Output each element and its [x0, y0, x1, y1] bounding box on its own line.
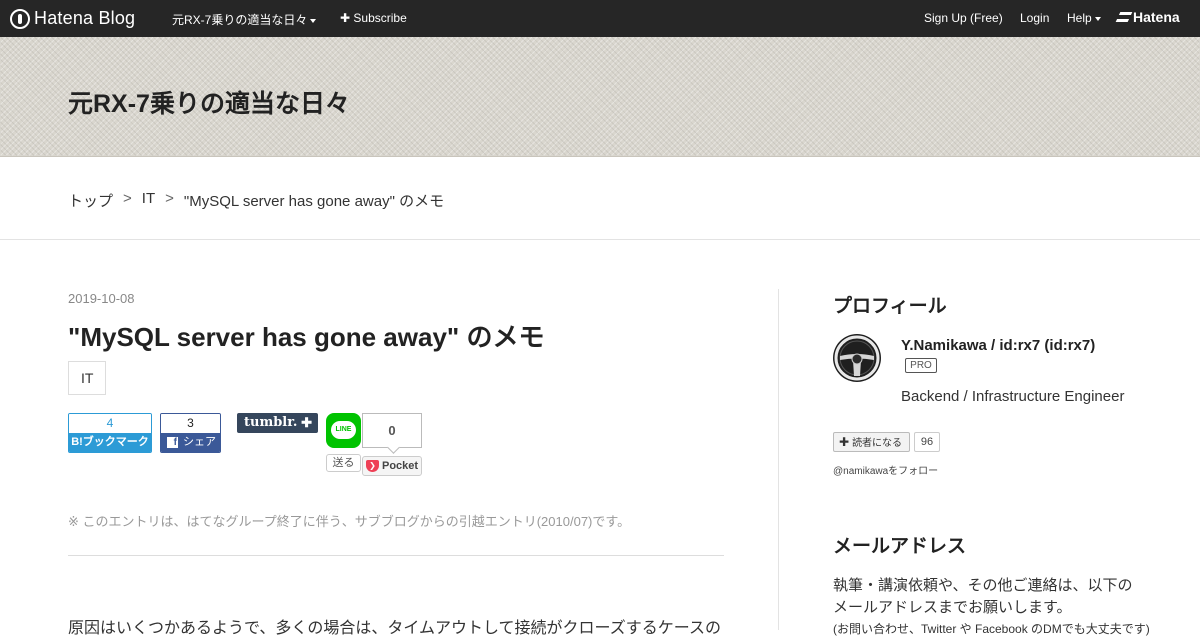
entry-date[interactable]: 2019-10-08 — [68, 291, 135, 306]
breadcrumb-top[interactable]: トップ — [68, 190, 113, 211]
profile-heading: プロフィール — [833, 296, 947, 317]
line-icon: LINE — [331, 421, 356, 439]
pocket-count: 0 — [362, 413, 422, 448]
entry-body-text: 原因はいくつかあるようで、多くの場合は、タイムアウトして接続がクローズするケース… — [68, 620, 721, 637]
plus-icon: ✚ — [340, 11, 351, 25]
help-label: Help — [1067, 11, 1092, 25]
line-share-button[interactable]: LINE — [326, 413, 361, 448]
pro-badge[interactable]: PRO — [905, 358, 937, 373]
entry-category-tag[interactable]: IT — [68, 361, 107, 395]
hatena-bookmark-button[interactable]: 4 B!ブックマーク — [68, 413, 152, 453]
hatena-bookmark-count[interactable]: 4 — [69, 414, 151, 433]
breadcrumb: トップ > IT > "MySQL server has gone away" … — [68, 190, 444, 211]
breadcrumb-category[interactable]: IT — [142, 190, 155, 211]
mail-note: (お問い合わせ、Twitter や Facebook のDMでも大丈夫です) — [833, 622, 1150, 636]
avatar[interactable] — [833, 334, 881, 382]
signup-link[interactable]: Sign Up (Free) — [924, 11, 1003, 25]
blog-header: 元RX-7乗りの適当な日々 — [0, 37, 1200, 157]
reader-button-label: 読者になる — [852, 438, 903, 449]
facebook-share-button[interactable]: 3 f シェア — [160, 413, 221, 453]
line-send-button[interactable]: 送る — [326, 454, 361, 472]
blog-menu[interactable]: 元RX-7乗りの適当な日々 — [172, 11, 317, 28]
hatena-blog-logo[interactable]: Hatena Blog — [10, 8, 135, 29]
entry-title[interactable]: "MySQL server has gone away" のメモ — [68, 317, 544, 354]
breadcrumb-current: "MySQL server has gone away" のメモ — [183, 193, 445, 210]
entry-note: ※ このエントリは、はてなグループ終了に伴う、サブブログからの引越エントリ(20… — [68, 514, 631, 529]
pocket-button[interactable]: ❯ Pocket — [362, 456, 422, 476]
breadcrumb-separator: > — [123, 190, 132, 207]
column-divider — [778, 289, 779, 630]
twitter-follow-link[interactable]: @namikawaをフォロー — [833, 462, 938, 477]
facebook-icon: f — [167, 437, 178, 448]
hatena-bookmark-label: B!ブックマーク — [69, 433, 151, 452]
subscribe-reader-button[interactable]: ✚ 読者になる — [833, 432, 910, 452]
mail-heading: メールアドレス — [833, 536, 967, 557]
subscribe-label: Subscribe — [353, 11, 407, 25]
plus-icon: ✚ — [839, 435, 850, 449]
tumblr-share-button[interactable]: tumblr. ✚ — [237, 413, 318, 433]
hatena-label: Hatena — [1133, 9, 1180, 25]
hatena-link[interactable]: Hatena — [1115, 9, 1180, 25]
brand-name: Hatena Blog — [34, 8, 136, 28]
hatena-icon — [1115, 12, 1133, 22]
tumblr-label: tumblr. — [244, 415, 298, 430]
steering-wheel-icon — [834, 335, 880, 381]
subscribe-button[interactable]: ✚ Subscribe — [340, 11, 407, 25]
hatena-blog-logo-icon — [10, 8, 30, 29]
chevron-down-icon — [310, 18, 317, 23]
facebook-share-count: 3 — [161, 414, 220, 433]
facebook-share-label: シェア — [183, 436, 216, 448]
breadcrumb-bar: トップ > IT > "MySQL server has gone away" … — [0, 157, 1200, 240]
mail-description: 執筆・講演依頼や、その他ご連絡は、以下のメールアドレスまでお願いします。 — [833, 577, 1133, 616]
help-menu[interactable]: Help — [1067, 11, 1101, 25]
login-link[interactable]: Login — [1020, 11, 1049, 25]
global-header: Hatena Blog 元RX-7乗りの適当な日々 ✚ Subscribe Si… — [0, 0, 1200, 37]
entry-divider — [68, 555, 724, 556]
breadcrumb-separator: > — [165, 190, 174, 207]
reader-count: 96 — [914, 432, 940, 452]
profile-description: Backend / Infrastructure Engineer — [901, 388, 1125, 405]
plus-icon: ✚ — [301, 415, 312, 430]
pocket-label: Pocket — [382, 460, 419, 472]
pocket-icon: ❯ — [366, 460, 379, 472]
profile-name[interactable]: Y.Namikawa / id:rx7 (id:rx7) — [901, 337, 1095, 354]
blog-menu-label: 元RX-7乗りの適当な日々 — [172, 13, 308, 27]
blog-title[interactable]: 元RX-7乗りの適当な日々 — [68, 84, 350, 120]
chevron-down-icon — [1094, 16, 1101, 21]
